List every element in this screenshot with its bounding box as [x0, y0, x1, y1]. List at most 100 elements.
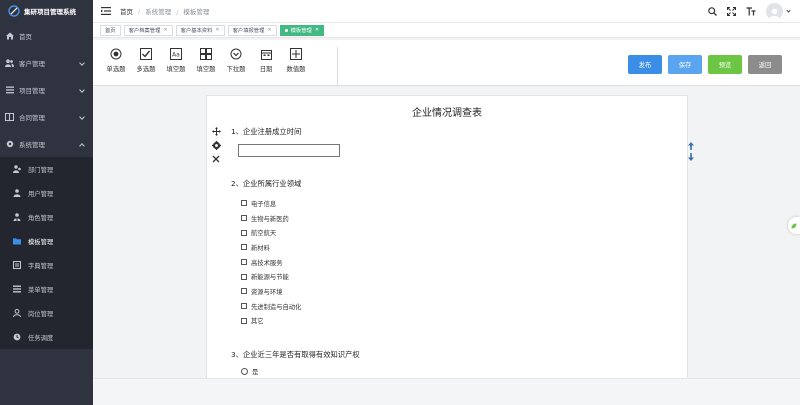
sidebar-item-roles[interactable]: 角色管理: [0, 205, 93, 229]
sidebar-item-dictionary[interactable]: 字典管理: [0, 253, 93, 277]
tool-dropdown[interactable]: 下拉题: [221, 47, 251, 85]
checkbox-option[interactable]: 电子信息: [241, 196, 301, 211]
checkbox-option[interactable]: 新能源与节能: [241, 269, 301, 284]
sidebar-item-scheduler[interactable]: 任务调度: [0, 325, 93, 349]
editor-canvas: 企业情况调查表 1、企业注册成立时间 2、企业所属行业领域 电子信息 生物与新医…: [93, 86, 800, 378]
checkbox-option[interactable]: 高技术服务: [241, 255, 301, 270]
hamburger-icon[interactable]: [101, 7, 111, 15]
editor-actions: 发布 保存 预览 返回: [628, 55, 782, 74]
sidebar-item-label: 部门管理: [28, 166, 54, 174]
close-icon[interactable]: ✕: [215, 27, 219, 33]
font-size-icon[interactable]: [746, 6, 756, 16]
checkbox[interactable]: [241, 288, 247, 295]
checkbox[interactable]: [241, 273, 247, 280]
sidebar-item-system[interactable]: 系统管理: [0, 130, 93, 157]
search-icon[interactable]: [708, 6, 717, 16]
arrow-up-icon[interactable]: [687, 142, 695, 150]
arrow-down-icon[interactable]: [687, 153, 695, 161]
top-header: 首页 / 系统管理 / 模板管理: [93, 0, 800, 22]
question-1-input[interactable]: [238, 144, 340, 157]
gear-icon: [5, 139, 14, 148]
option-label: 电子信息: [251, 200, 277, 208]
active-dot-icon: [284, 28, 288, 32]
checkbox[interactable]: [241, 200, 247, 207]
tool-multi-choice[interactable]: 多选题: [131, 47, 161, 85]
checkbox-option[interactable]: 航空航天: [241, 225, 301, 240]
sidebar-item-home[interactable]: 首页: [0, 22, 93, 49]
floating-helper-button[interactable]: [788, 217, 800, 234]
tool-single-choice[interactable]: 单选题: [101, 47, 131, 85]
close-icon[interactable]: ✕: [163, 27, 167, 33]
sidebar: 集研项目管理系统 首页 客户管理 项目管理 合同管理 系统管理 部门管理 用户管…: [0, 0, 93, 405]
close-icon[interactable]: ✕: [267, 27, 271, 33]
save-button[interactable]: 保存: [668, 55, 702, 74]
checkbox[interactable]: [241, 215, 247, 222]
sidebar-item-departments[interactable]: 部门管理: [0, 157, 93, 181]
tab-customer-report[interactable]: 客户填报管理 ✕: [227, 24, 277, 36]
breadcrumb-home[interactable]: 首页: [120, 8, 133, 16]
option-label: 高技术服务: [251, 259, 283, 267]
tab-label: 客户档案管理: [128, 28, 161, 34]
back-button[interactable]: 返回: [748, 55, 782, 74]
sidebar-item-label: 系统管理: [19, 140, 45, 149]
close-icon[interactable]: ✕: [315, 27, 319, 33]
sidebar-item-contracts[interactable]: 合同管理: [0, 103, 93, 130]
survey-title[interactable]: 企业情况调查表: [207, 104, 687, 119]
svg-text:Aa: Aa: [172, 52, 180, 59]
tab-home[interactable]: 首页: [100, 24, 121, 36]
user-icon: [13, 189, 21, 197]
checkbox-option[interactable]: 先进制造与自动化: [241, 299, 301, 314]
leaf-icon: [791, 223, 797, 228]
move-icon[interactable]: [211, 126, 221, 136]
checkbox[interactable]: [241, 229, 247, 236]
tool-multi-blank[interactable]: 填空题: [191, 47, 221, 85]
checkbox-option[interactable]: 资源与环境: [241, 284, 301, 299]
survey-paper: 企业情况调查表 1、企业注册成立时间 2、企业所属行业领域 电子信息 生物与新医…: [206, 95, 694, 378]
sidebar-item-menus[interactable]: 菜单管理: [0, 277, 93, 301]
publish-button[interactable]: 发布: [628, 55, 662, 74]
tab-template-manage[interactable]: 模板管理 ✕: [279, 24, 325, 36]
question-1-label: 1、企业注册成立时间: [231, 127, 302, 136]
breadcrumb-system[interactable]: 系统管理: [145, 8, 171, 16]
clock-icon: [13, 333, 21, 341]
sidebar-item-templates[interactable]: 模板管理: [0, 229, 93, 253]
tool-label: 填空题: [166, 66, 186, 73]
chevron-down-icon: [79, 114, 85, 120]
checkbox[interactable]: [241, 303, 247, 310]
checkbox[interactable]: [241, 259, 247, 266]
checkbox[interactable]: [241, 244, 247, 251]
tool-label: 下拉题: [226, 66, 246, 73]
delete-icon[interactable]: [211, 154, 221, 164]
tab-customer-archive[interactable]: 客户档案管理 ✕: [123, 24, 173, 36]
brand[interactable]: 集研项目管理系统: [0, 0, 93, 22]
sidebar-item-posts[interactable]: 岗位管理: [0, 301, 93, 325]
fullscreen-icon[interactable]: [727, 6, 736, 16]
chevron-down-icon[interactable]: [786, 7, 791, 13]
radio-button[interactable]: [241, 368, 248, 375]
option-label: 生物与新医药: [251, 215, 289, 223]
sidebar-item-projects[interactable]: 项目管理: [0, 76, 93, 103]
sidebar-item-customers[interactable]: 客户管理: [0, 49, 93, 76]
tool-number[interactable]: 数值题: [281, 47, 311, 85]
header-actions: [708, 0, 791, 22]
settings-icon[interactable]: [211, 140, 221, 150]
sidebar-item-label: 首页: [19, 32, 32, 41]
system-submenu: 部门管理 用户管理 角色管理 模板管理 字典管理 菜单管理 岗位管理 任务调度: [0, 157, 93, 349]
app-title: 集研项目管理系统: [24, 8, 76, 16]
text-icon: Aa: [169, 47, 183, 61]
checkbox-option[interactable]: 新材料: [241, 240, 301, 255]
preview-button[interactable]: 预览: [708, 55, 742, 74]
avatar[interactable]: [766, 2, 783, 20]
radio-option[interactable]: 是: [241, 367, 258, 376]
checkbox-option[interactable]: 生物与新医药: [241, 211, 301, 226]
checkbox[interactable]: [241, 317, 247, 324]
tool-fill-blank[interactable]: Aa 填空题: [161, 47, 191, 85]
option-label: 资源与环境: [251, 288, 283, 296]
sidebar-item-users[interactable]: 用户管理: [0, 181, 93, 205]
editor-toolbar: 单选题 多选题 Aa 填空题 填空题 下拉题 日期 数值题 发布 保存 预览 返…: [93, 40, 800, 86]
tool-date[interactable]: 日期: [251, 47, 281, 85]
checkbox-option[interactable]: 其它: [241, 314, 301, 329]
tab-customer-basic[interactable]: 客户基本资料 ✕: [175, 24, 225, 36]
chevron-up-icon: [79, 143, 85, 149]
option-label: 航空航天: [251, 230, 277, 238]
